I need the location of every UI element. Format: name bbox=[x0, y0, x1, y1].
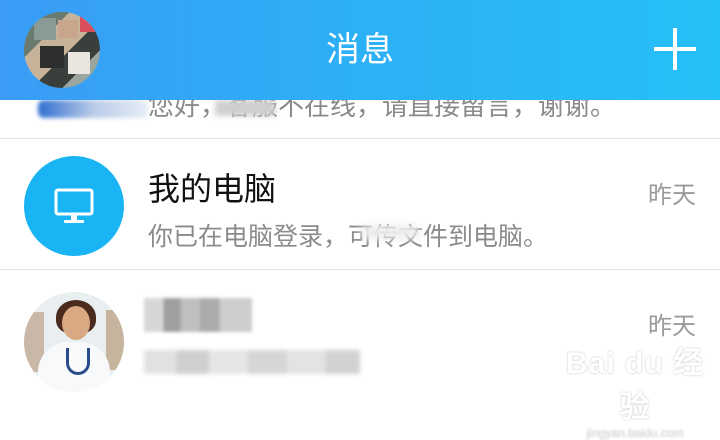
monitor-glyph bbox=[54, 188, 94, 223]
plus-icon[interactable] bbox=[654, 28, 696, 70]
baidu-watermark: Bai du 经验 jingyan.baidu.com bbox=[560, 338, 710, 440]
watermark-url: jingyan.baidu.com bbox=[586, 426, 684, 440]
avatar-detail bbox=[66, 348, 90, 375]
page-title: 消息 bbox=[326, 30, 394, 70]
monitor-icon bbox=[24, 156, 124, 256]
avatar-detail bbox=[106, 310, 124, 370]
conversation-row-partial[interactable]: 您好，客服不在线，请直接留言，谢谢。 bbox=[0, 100, 720, 139]
conversation-row-my-computer[interactable]: 我的电脑 你已在电脑登录，可传文件到电脑。 昨天 bbox=[0, 139, 720, 270]
blurred-sender bbox=[38, 100, 148, 118]
avatar-detail bbox=[62, 306, 90, 340]
blur-mask bbox=[215, 100, 275, 116]
blurred-preview bbox=[144, 350, 360, 374]
blurred-contact-name bbox=[144, 298, 252, 332]
conversation-time: 昨天 bbox=[648, 181, 696, 209]
conversation-preview: 你已在电脑登录，可传文件到电脑。 bbox=[148, 222, 549, 251]
conversation-time: 昨天 bbox=[648, 312, 696, 340]
app-header: 消息 bbox=[0, 0, 720, 100]
blur-mask bbox=[360, 225, 420, 239]
watermark-logo: Bai du 经验 bbox=[565, 347, 704, 424]
conversation-name: 我的电脑 bbox=[148, 170, 277, 208]
contact-avatar bbox=[24, 292, 124, 392]
